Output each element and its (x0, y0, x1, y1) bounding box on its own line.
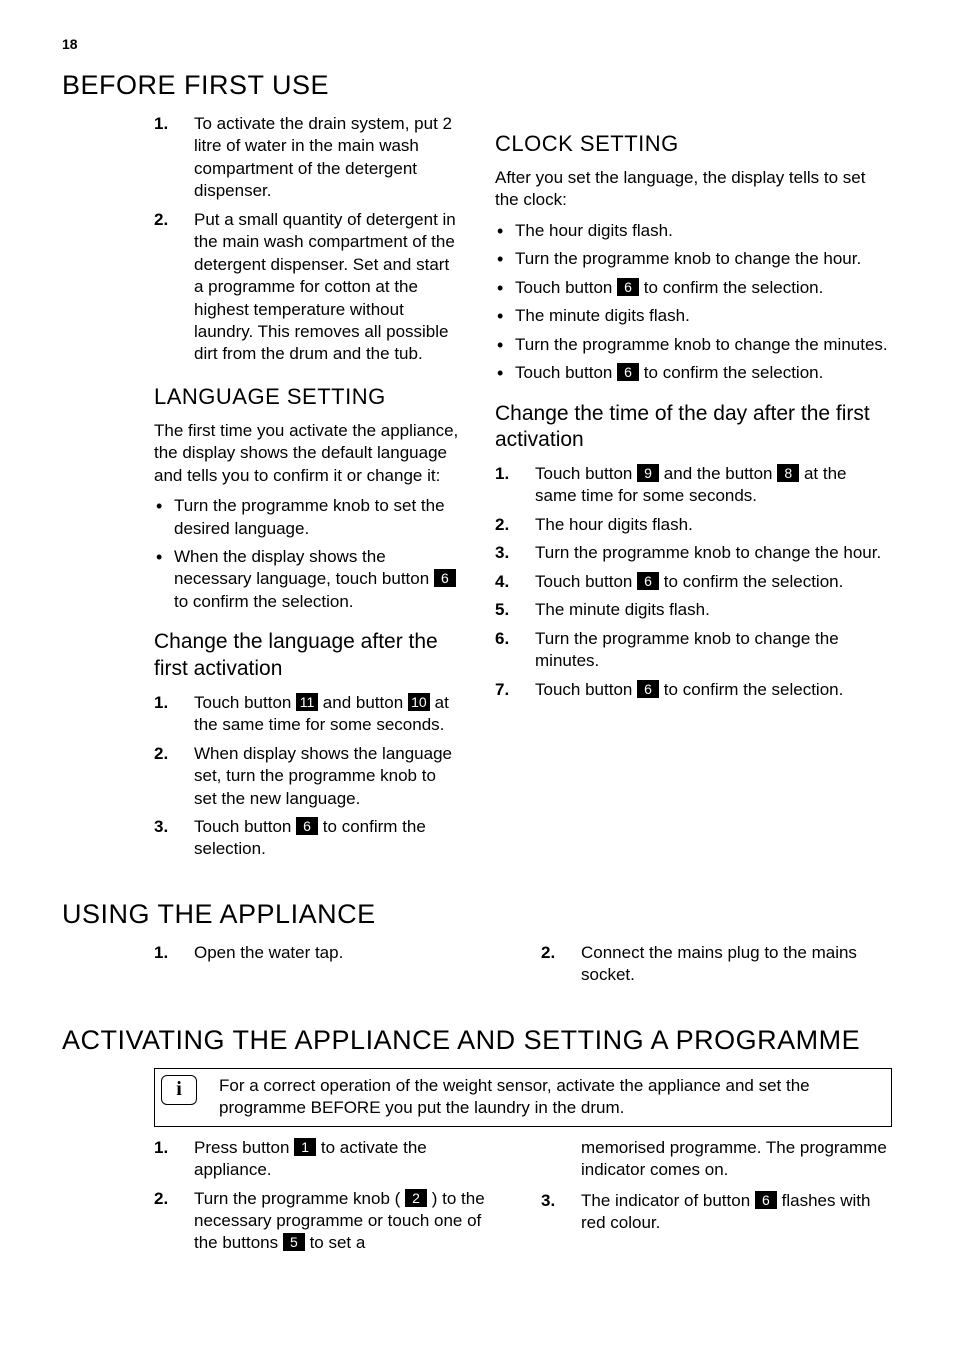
button-ref-icon: 6 (434, 569, 456, 587)
heading-clock-setting: CLOCK SETTING (495, 131, 892, 157)
change-language-list: Touch button 11 and button 10 at the sam… (154, 692, 459, 861)
list-item: The minute digits flash. (495, 599, 892, 621)
list-item: When display shows the language set, tur… (154, 743, 459, 810)
list-item: Touch button 6 to confirm the selection. (495, 362, 892, 384)
text: Touch button (535, 464, 637, 483)
text: Turn the programme knob ( (194, 1189, 405, 1208)
info-icon: i (161, 1075, 197, 1105)
button-ref-icon: 1 (294, 1138, 316, 1156)
button-ref-icon: 11 (296, 693, 318, 711)
heading-before-first-use: BEFORE FIRST USE (62, 70, 892, 101)
heading-change-time: Change the time of the day after the fir… (495, 401, 892, 454)
button-ref-icon: 10 (408, 693, 430, 711)
text: Touch button (515, 363, 617, 382)
text: Touch button (515, 278, 617, 297)
list-item: Touch button 11 and button 10 at the sam… (154, 692, 459, 737)
heading-activating: ACTIVATING THE APPLIANCE AND SETTING A P… (62, 1025, 892, 1056)
list-item: Turn the programme knob to change the ho… (495, 248, 892, 270)
before-first-use-list: To activate the drain system, put 2 litr… (154, 113, 459, 366)
activating-list-left: Press button 1 to activate the appliance… (154, 1137, 505, 1255)
button-ref-icon: 6 (755, 1191, 777, 1209)
text: The indicator of button (581, 1191, 755, 1210)
text: Touch button (194, 817, 296, 836)
text: to set a (305, 1233, 365, 1252)
language-intro: The first time you activate the applianc… (154, 420, 459, 487)
text: Touch button (535, 572, 637, 591)
list-item: The indicator of button 6 flashes with r… (541, 1190, 892, 1235)
list-item: Touch button 6 to confirm the selection. (154, 816, 459, 861)
info-text: For a correct operation of the weight se… (219, 1075, 881, 1120)
list-item: Open the water tap. (154, 942, 505, 964)
clock-intro: After you set the language, the display … (495, 167, 892, 212)
text: to confirm the selection. (659, 680, 843, 699)
button-ref-icon: 6 (617, 363, 639, 381)
list-item: The hour digits flash. (495, 514, 892, 536)
button-ref-icon: 6 (617, 278, 639, 296)
change-time-list: Touch button 9 and the button 8 at the s… (495, 463, 892, 701)
list-item: Touch button 9 and the button 8 at the s… (495, 463, 892, 508)
activating-list-right: The indicator of button 6 flashes with r… (541, 1190, 892, 1235)
list-item: Turn the programme knob ( 2 ) to the nec… (154, 1188, 505, 1255)
list-item: Turn the programme knob to change the ho… (495, 542, 892, 564)
list-item: Touch button 6 to confirm the selection. (495, 679, 892, 701)
list-item: Turn the programme knob to change the mi… (495, 334, 892, 356)
list-item: The minute digits flash. (495, 305, 892, 327)
document-page: 18 BEFORE FIRST USE To activate the drai… (0, 0, 954, 1352)
text: to confirm the selection. (174, 592, 354, 611)
text: to confirm the selection. (639, 278, 823, 297)
text: Touch button (535, 680, 637, 699)
text: and the button (659, 464, 777, 483)
heading-language-setting: LANGUAGE SETTING (154, 384, 459, 410)
continuation-text: memorised programme. The programme indic… (541, 1137, 892, 1182)
heading-change-language: Change the language after the first acti… (154, 629, 459, 682)
button-ref-icon: 9 (637, 464, 659, 482)
button-ref-icon: 8 (777, 464, 799, 482)
using-list-right: Connect the mains plug to the mains sock… (541, 942, 892, 987)
list-item: Put a small quantity of detergent in the… (154, 209, 459, 366)
list-item: When the display shows the necessary lan… (154, 546, 459, 613)
using-list-left: Open the water tap. (154, 942, 505, 964)
info-box: i For a correct operation of the weight … (154, 1068, 892, 1127)
button-ref-icon: 6 (637, 680, 659, 698)
text: Touch button (194, 693, 296, 712)
button-ref-icon: 5 (283, 1233, 305, 1251)
button-ref-icon: 2 (405, 1189, 427, 1207)
button-ref-icon: 6 (637, 572, 659, 590)
button-ref-icon: 6 (296, 817, 318, 835)
clock-bullets: The hour digits flash. Turn the programm… (495, 220, 892, 385)
list-item: Turn the programme knob to change the mi… (495, 628, 892, 673)
page-number: 18 (62, 36, 78, 52)
text: to confirm the selection. (659, 572, 843, 591)
list-item: To activate the drain system, put 2 litr… (154, 113, 459, 203)
list-item: The hour digits flash. (495, 220, 892, 242)
text: When the display shows the necessary lan… (174, 547, 434, 588)
text: to confirm the selection. (639, 363, 823, 382)
list-item: Connect the mains plug to the mains sock… (541, 942, 892, 987)
list-item: Touch button 6 to confirm the selection. (495, 571, 892, 593)
list-item: Turn the programme knob to set the desir… (154, 495, 459, 540)
list-item: Press button 1 to activate the appliance… (154, 1137, 505, 1182)
language-bullets: Turn the programme knob to set the desir… (154, 495, 459, 613)
list-item: Touch button 6 to confirm the selection. (495, 277, 892, 299)
text: and button (318, 693, 408, 712)
heading-using-appliance: USING THE APPLIANCE (62, 899, 892, 930)
text: Press button (194, 1138, 294, 1157)
